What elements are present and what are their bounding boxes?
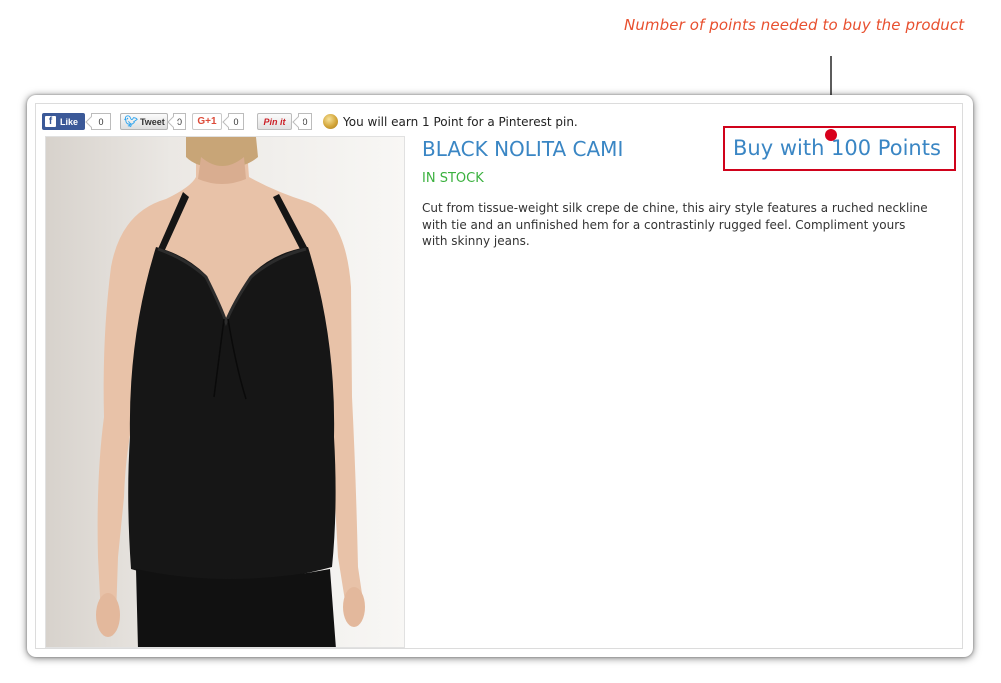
tweet-button[interactable]: 🐦︎ Tweet: [120, 113, 168, 130]
buy-with-points-label: Buy with 100 Points: [733, 136, 941, 160]
facebook-icon: f: [45, 116, 56, 127]
facebook-like-count: 0: [91, 113, 111, 130]
tweet-label: Tweet: [139, 116, 165, 127]
product-card: f Like 0 🐦︎ Tweet 0 G+1 0 Pin it 0 You w…: [27, 95, 973, 657]
google-plus-count: 0: [228, 113, 244, 130]
pinterest-label: Pin it: [263, 116, 286, 127]
google-plus-label: G+1: [197, 116, 217, 127]
product-title: BLACK NOLITA CAMI: [422, 137, 624, 161]
tweet-count: 0: [173, 113, 186, 130]
facebook-like-button[interactable]: f Like: [42, 113, 85, 130]
product-photo-illustration: [96, 137, 365, 647]
annotation-pointer-dot: [825, 129, 837, 141]
earn-points-message: You will earn 1 Point for a Pinterest pi…: [343, 115, 578, 129]
annotation-caption: Number of points needed to buy the produ…: [624, 16, 965, 34]
facebook-like-label: Like: [60, 116, 79, 127]
product-image[interactable]: [45, 136, 405, 648]
points-coin-icon: [323, 114, 338, 129]
pinterest-count: 0: [298, 113, 312, 130]
buy-with-points-button[interactable]: Buy with 100 Points: [723, 126, 956, 171]
google-plus-button[interactable]: G+1: [192, 113, 222, 130]
pinterest-pin-button[interactable]: Pin it: [257, 113, 292, 130]
product-description: Cut from tissue-weight silk crepe de chi…: [422, 201, 928, 248]
twitter-bird-icon: 🐦︎: [124, 116, 138, 128]
stock-status: IN STOCK: [422, 171, 484, 186]
